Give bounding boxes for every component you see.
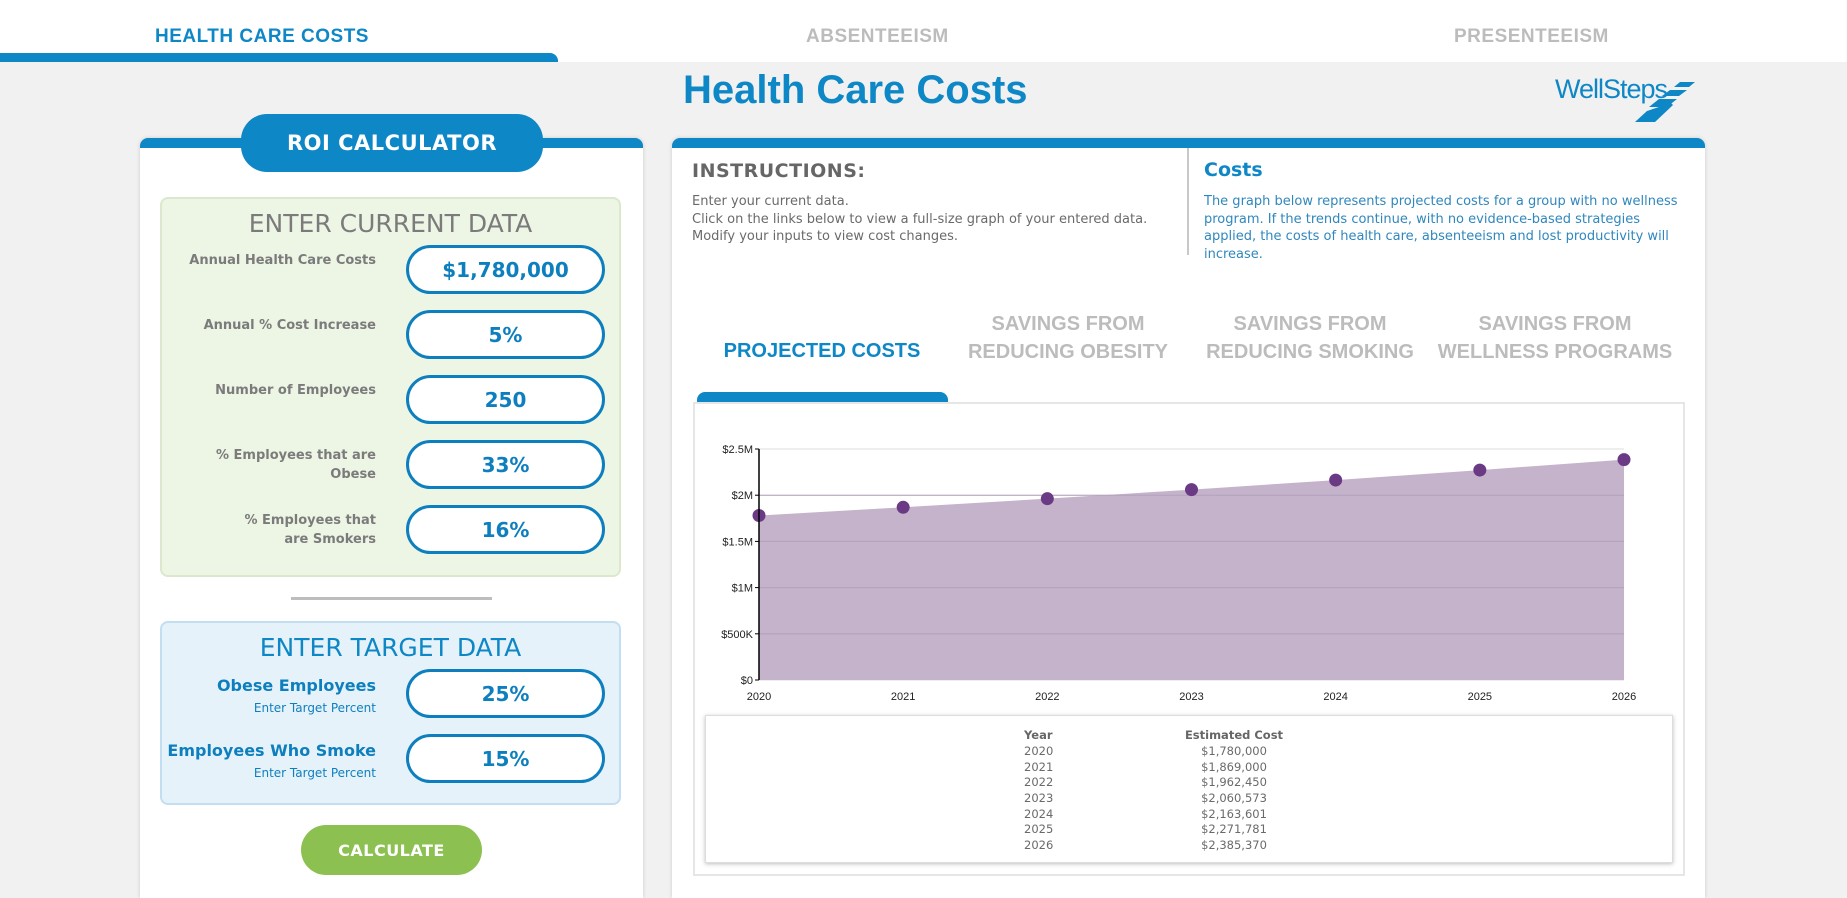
percent-smokers-input[interactable]: 16% <box>406 505 605 554</box>
chart-tab-savings-smoking[interactable]: SAVINGS FROM REDUCING SMOKING <box>1190 311 1430 366</box>
table-row: 2021 $1,869,000 <box>1024 759 1294 775</box>
cell-cost: $1,869,000 <box>1201 759 1267 774</box>
instructions-title: INSTRUCTIONS: <box>692 160 866 182</box>
cost-table-grid: Year Estimated Cost 2020 $1,780,000 2021 $1… <box>1024 727 1294 853</box>
current-data-title: ENTER CURRENT DATA <box>248 209 533 238</box>
costs-description: The graph below represents projected cos… <box>1204 194 1678 262</box>
field-label-cost-increase: Annual % Cost Increase <box>203 318 376 333</box>
cell-year: 2025 <box>1024 822 1054 837</box>
cell-cost: $1,962,450 <box>1201 775 1267 790</box>
cell-year: 2022 <box>1024 775 1054 790</box>
cell-year: 2023 <box>1024 790 1054 805</box>
annual-cost-increase-input[interactable]: 5% <box>406 310 605 359</box>
target-obese-label-group: Obese Employees Enter Target Percent <box>146 675 376 715</box>
instruction-line: Modify your inputs to view cost changes. <box>692 229 959 244</box>
table-row: 2024 $2,163,601 <box>1024 806 1294 822</box>
current-data-box: ENTER CURRENT DATA Annual Health Care Co… <box>160 197 621 577</box>
active-tab-indicator <box>0 53 558 62</box>
cell-year: 2020 <box>1024 743 1054 758</box>
target-data-title: ENTER TARGET DATA <box>259 633 522 662</box>
vertical-divider <box>1187 148 1189 255</box>
target-smoke-label: Employees Who Smoke <box>167 741 376 760</box>
target-obese-sublabel: Enter Target Percent <box>253 701 376 715</box>
table-row: 2025 $2,271,781 <box>1024 821 1294 837</box>
instruction-line: Enter your current data. <box>692 194 849 209</box>
cell-cost: $2,385,370 <box>1201 837 1267 852</box>
costs-title: Costs <box>1204 159 1263 181</box>
chart-tab-savings-wellness[interactable]: SAVINGS FROM WELLNESS PROGRAMS <box>1435 311 1675 366</box>
field-label-smokers: % Employees that are Smokers <box>244 513 377 547</box>
cell-cost: $2,271,781 <box>1201 822 1267 837</box>
cell-cost: $2,060,573 <box>1201 790 1267 805</box>
annual-health-care-costs-input[interactable]: $1,780,000 <box>406 245 605 294</box>
field-label-obese: % Employees that are Obese <box>215 448 376 482</box>
table-row: 2026 $2,385,370 <box>1024 837 1294 853</box>
cost-table: Year Estimated Cost 2020 $1,780,000 2021 $1… <box>705 715 1673 863</box>
number-of-employees-input[interactable]: 250 <box>406 375 605 424</box>
table-header-row: Year Estimated Cost <box>1024 727 1294 743</box>
percent-obese-input[interactable]: 33% <box>406 440 605 489</box>
header-estimated-cost: Estimated Cost <box>1184 728 1284 742</box>
page-title: Health Care Costs <box>683 68 1028 112</box>
calculate-button[interactable]: CALCULATE <box>301 825 482 875</box>
instructions-text: Enter your current data. Click on the li… <box>692 193 1147 246</box>
cell-year: 2026 <box>1024 837 1054 852</box>
tab-absenteeism[interactable]: ABSENTEEISM <box>806 26 949 48</box>
steps-icon <box>1635 82 1695 122</box>
table-row: 2020 $1,780,000 <box>1024 743 1294 759</box>
cell-cost: $1,780,000 <box>1201 743 1267 758</box>
header-year: Year <box>1024 728 1053 742</box>
target-smoke-sublabel: Enter Target Percent <box>253 766 376 780</box>
target-smoke-label-group: Employees Who Smoke Enter Target Percent <box>146 740 376 780</box>
top-nav: HEALTH CARE COSTS ABSENTEEISM PRESENTEEI… <box>0 0 1847 62</box>
roi-calculator-badge: ROI CALCULATOR <box>241 114 543 172</box>
target-data-box: ENTER TARGET DATA Obese Employees Enter … <box>160 621 621 805</box>
cell-year: 2024 <box>1024 806 1054 821</box>
section-divider <box>291 597 492 600</box>
field-label-employees: Number of Employees <box>215 383 376 398</box>
field-label-annual-costs: Annual Health Care Costs <box>189 253 376 268</box>
target-smoke-input[interactable]: 15% <box>406 734 605 783</box>
target-obese-label: Obese Employees <box>216 676 376 695</box>
chart-tab-projected-costs[interactable]: PROJECTED COSTS <box>702 338 942 366</box>
instruction-line: Click on the links below to view a full-… <box>692 211 1148 227</box>
target-obese-input[interactable]: 25% <box>406 669 605 718</box>
wellsteps-logo: WellSteps <box>1555 74 1695 130</box>
table-row: 2022 $1,962,450 <box>1024 774 1294 790</box>
chart-tab-savings-obesity[interactable]: SAVINGS FROM REDUCING OBESITY <box>948 311 1188 366</box>
cell-year: 2021 <box>1024 759 1054 774</box>
tab-presenteeism[interactable]: PRESENTEEISM <box>1454 26 1609 48</box>
tab-health-care-costs[interactable]: HEALTH CARE COSTS <box>155 26 369 48</box>
cell-cost: $2,163,601 <box>1201 806 1267 821</box>
table-row: 2023 $2,060,573 <box>1024 790 1294 806</box>
